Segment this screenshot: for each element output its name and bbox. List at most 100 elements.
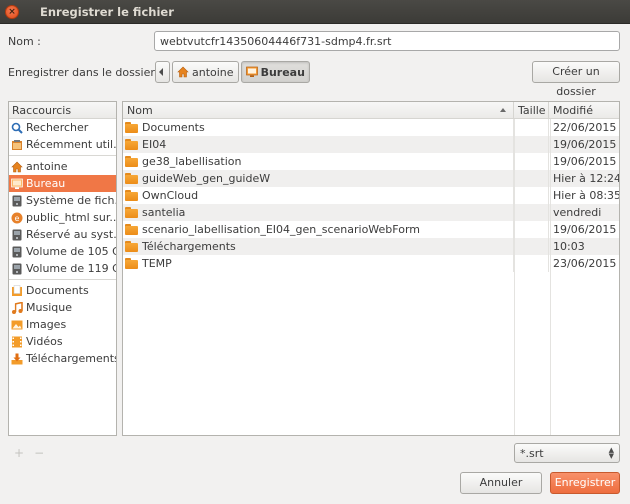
- file-size: [514, 136, 549, 153]
- sidebar-item-images[interactable]: Images: [9, 316, 116, 333]
- file-size: [514, 238, 549, 255]
- file-modified: Hier à 08:35: [553, 189, 619, 202]
- drive-icon: [12, 263, 22, 274]
- cancel-button[interactable]: Annuler: [460, 472, 542, 494]
- file-type-filter[interactable]: *.srt ▲ ▼: [514, 443, 620, 463]
- file-name: TEMP: [142, 257, 172, 270]
- table-row[interactable]: santelia vendredi: [123, 204, 619, 221]
- home-icon: [177, 66, 189, 78]
- sidebar-item-volume-105[interactable]: Volume de 105 GB: [9, 243, 116, 260]
- save-button[interactable]: Enregistrer: [550, 472, 620, 494]
- sidebar-item-label: Bureau: [26, 177, 66, 190]
- path-crumb-label: antoine: [192, 65, 234, 79]
- folder-icon: [125, 190, 138, 201]
- file-size: [514, 187, 549, 204]
- desktop-icon: [11, 178, 23, 189]
- file-modified: vendredi: [553, 206, 602, 219]
- save-in-folder-label: Enregistrer dans le dossier :: [8, 66, 163, 79]
- sidebar-item-videos[interactable]: Vidéos: [9, 333, 116, 350]
- file-modified: Hier à 12:24: [553, 172, 619, 185]
- table-row[interactable]: guideWeb_gen_guideW Hier à 12:24: [123, 170, 619, 187]
- bookmark-controls: +−: [14, 446, 54, 460]
- file-list-header: Nom Taille Modifié: [123, 102, 619, 119]
- sidebar-item-public-html[interactable]: e public_html sur...: [9, 209, 116, 226]
- create-folder-button[interactable]: Créer un dossier: [532, 61, 620, 98]
- name-label: Nom :: [8, 35, 41, 48]
- sidebar-item-recent[interactable]: Récemment util...: [9, 136, 116, 153]
- folder-icon: [125, 156, 138, 167]
- images-icon: [11, 320, 23, 329]
- sidebar-item-label: Réservé au syst...: [26, 228, 116, 241]
- sidebar-divider: [9, 279, 116, 280]
- file-name: EI04: [142, 138, 167, 151]
- file-modified: 10:03: [553, 240, 585, 253]
- file-list-rows: Documents 22/06/2015 EI04 19/06/2015 ge3…: [123, 119, 619, 272]
- file-size: [514, 221, 549, 238]
- path-crumb-antoine[interactable]: antoine: [172, 61, 239, 83]
- sort-ascending-icon: [500, 108, 506, 112]
- table-row[interactable]: scenario_labellisation_EI04_gen_scenario…: [123, 221, 619, 238]
- folder-icon: [125, 139, 138, 150]
- sidebar-item-label: Vidéos: [26, 335, 63, 348]
- recent-icon: [12, 139, 22, 150]
- sidebar-item-label: Volume de 105 GB: [26, 245, 116, 258]
- column-header-size[interactable]: Taille: [514, 102, 549, 118]
- file-name: Documents: [142, 121, 205, 134]
- sidebar-item-label: antoine: [26, 160, 68, 173]
- sidebar-item-label: Téléchargements: [26, 352, 116, 365]
- sidebar-item-rechercher[interactable]: Rechercher: [9, 119, 116, 136]
- drive-icon: [12, 195, 22, 206]
- sidebar-item-reserved[interactable]: Réservé au syst...: [9, 226, 116, 243]
- sidebar-item-musique[interactable]: Musique: [9, 299, 116, 316]
- sidebar-item-antoine[interactable]: antoine: [9, 158, 116, 175]
- file-name: Téléchargements: [142, 240, 236, 253]
- column-header-name[interactable]: Nom: [123, 102, 514, 118]
- path-back-button[interactable]: [155, 61, 170, 83]
- table-row[interactable]: ge38_labellisation 19/06/2015: [123, 153, 619, 170]
- table-row[interactable]: Documents 22/06/2015: [123, 119, 619, 136]
- sidebar-item-label: Musique: [26, 301, 72, 314]
- column-divider: [550, 119, 551, 435]
- sidebar-item-filesystem[interactable]: Système de fich...: [9, 192, 116, 209]
- add-bookmark-button[interactable]: +: [14, 446, 34, 460]
- updown-arrows-icon: ▲ ▼: [608, 446, 614, 460]
- search-icon: [11, 122, 23, 134]
- sidebar-item-volume-119[interactable]: Volume de 119 GB: [9, 260, 116, 277]
- file-size: [514, 204, 549, 221]
- filename-input[interactable]: webtvutcfr14350604446f731-sdmp4.fr.srt: [154, 31, 620, 51]
- svg-text:e: e: [15, 214, 20, 223]
- table-row[interactable]: Téléchargements 10:03: [123, 238, 619, 255]
- drive-icon: [12, 246, 22, 257]
- file-modified: 23/06/2015: [553, 257, 617, 270]
- file-size: [514, 255, 549, 272]
- folder-icon: [125, 122, 138, 133]
- path-crumb-label: Bureau: [260, 65, 305, 79]
- folder-icon: [125, 224, 138, 235]
- table-row[interactable]: TEMP 23/06/2015: [123, 255, 619, 272]
- sidebar-header: Raccourcis: [9, 102, 116, 119]
- file-name: ge38_labellisation: [142, 155, 242, 168]
- sidebar-item-documents[interactable]: Documents: [9, 282, 116, 299]
- title-bar: × Enregistrer le fichier: [0, 0, 630, 24]
- close-button[interactable]: ×: [5, 5, 19, 19]
- folder-icon: [125, 207, 138, 218]
- remove-bookmark-button[interactable]: −: [34, 446, 54, 460]
- table-row[interactable]: OwnCloud Hier à 08:35: [123, 187, 619, 204]
- sidebar-item-bureau[interactable]: Bureau: [9, 175, 116, 192]
- file-name: OwnCloud: [142, 189, 199, 202]
- path-crumb-bureau[interactable]: Bureau: [240, 61, 310, 83]
- drive-icon: [12, 229, 22, 240]
- arrow-left-icon: [159, 68, 163, 76]
- file-size: [514, 170, 549, 187]
- sidebar-item-label: Rechercher: [26, 121, 89, 134]
- file-size: [514, 153, 549, 170]
- column-header-modified[interactable]: Modifié: [549, 102, 619, 118]
- column-header-label: Nom: [127, 104, 153, 117]
- sidebar-item-telechargements[interactable]: Téléchargements: [9, 350, 116, 367]
- sidebar-item-label: Récemment util...: [26, 138, 116, 151]
- table-row[interactable]: EI04 19/06/2015: [123, 136, 619, 153]
- file-list: Nom Taille Modifié Documents 22/06/2015 …: [122, 101, 620, 436]
- file-name: santelia: [142, 206, 186, 219]
- file-modified: 19/06/2015: [553, 155, 617, 168]
- sidebar-item-label: Volume de 119 GB: [26, 262, 116, 275]
